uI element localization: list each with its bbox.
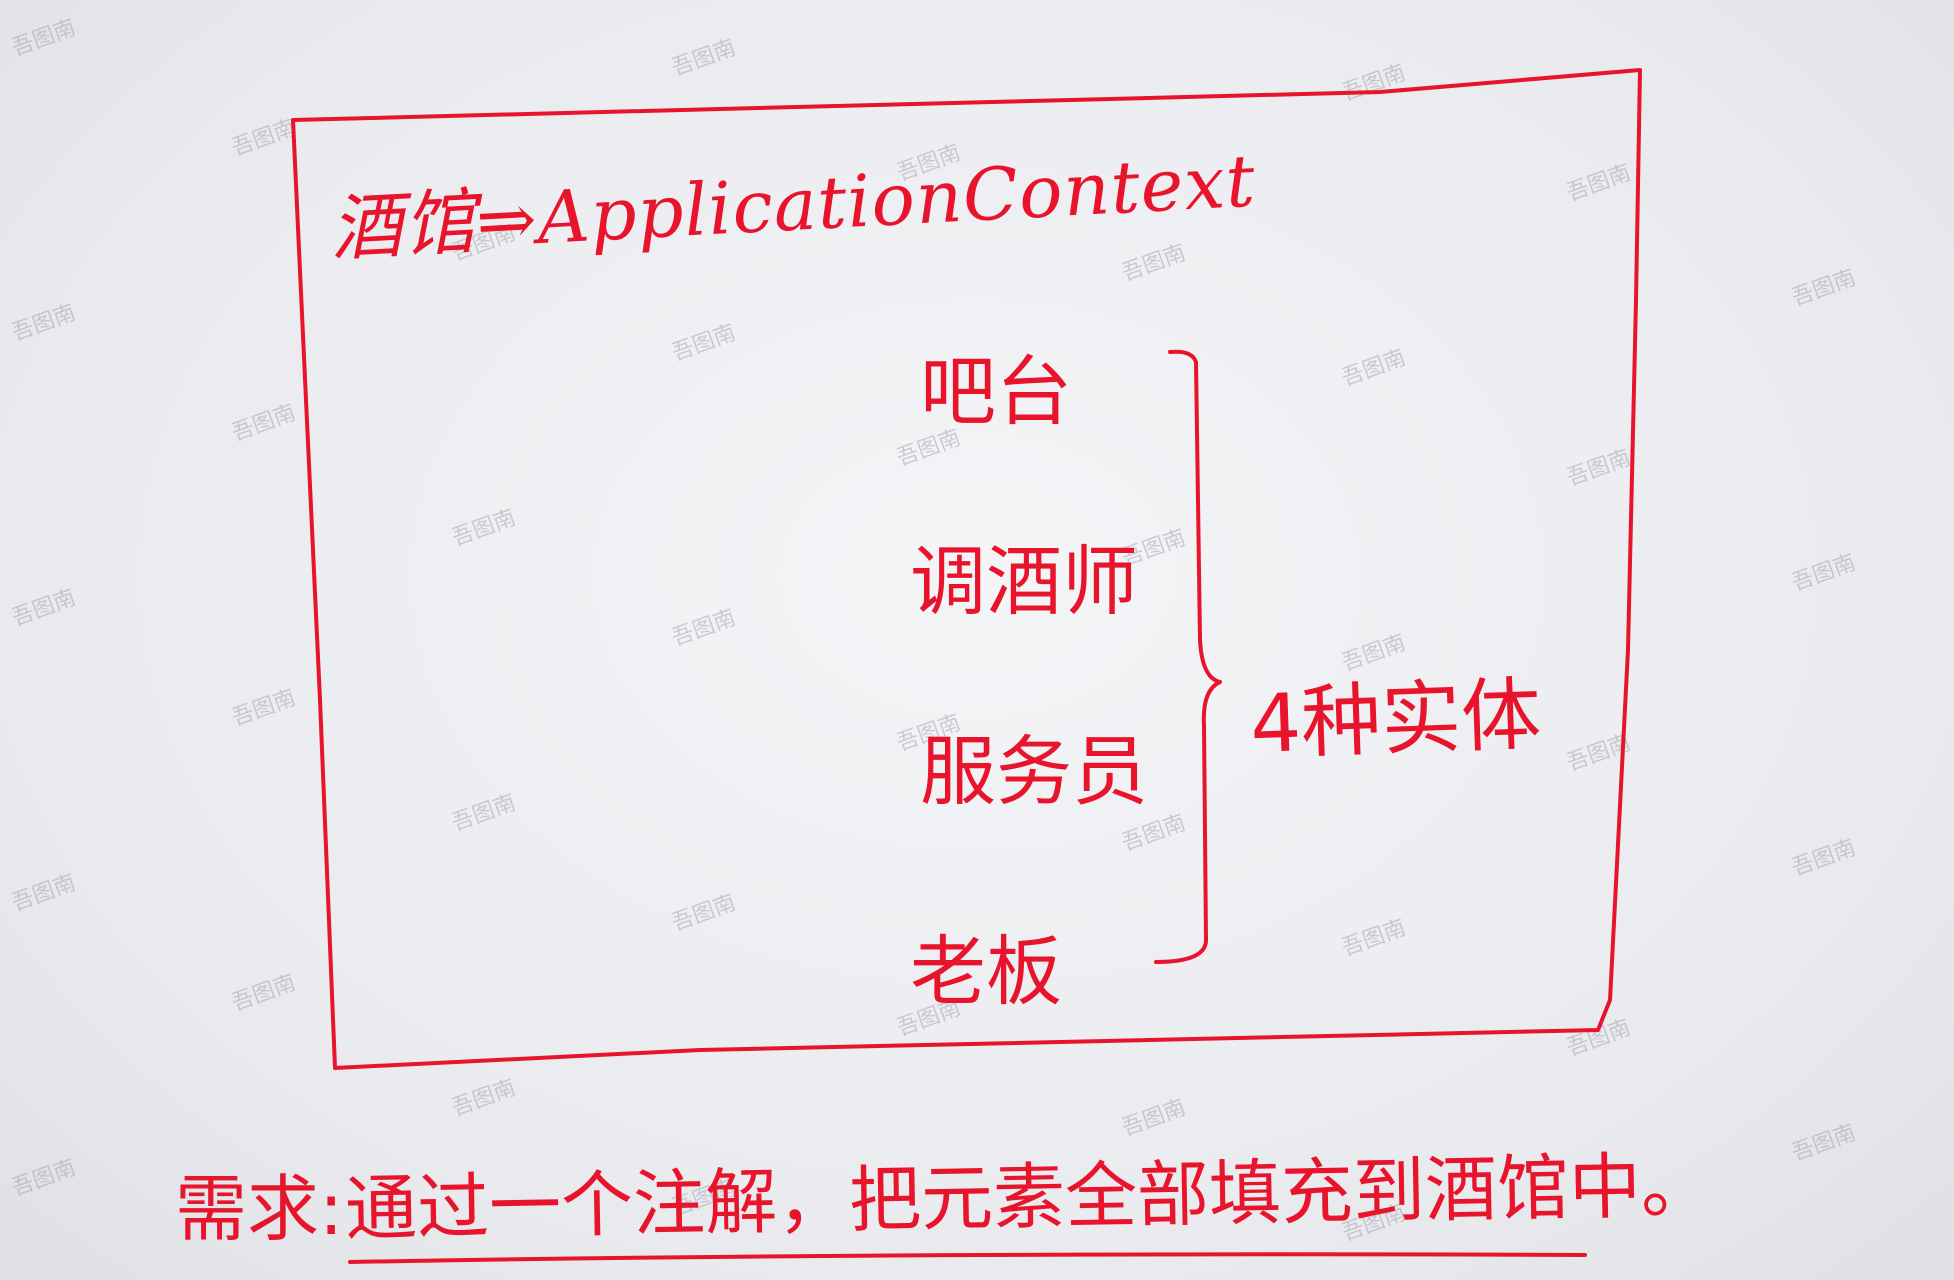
entity-boss: 老板 bbox=[910, 927, 1062, 1016]
requirement-label: 需求: bbox=[175, 1167, 344, 1251]
entity-bar-counter: 吧台 bbox=[920, 347, 1072, 436]
entity-bartender: 调酒师 bbox=[910, 537, 1138, 626]
entity-waiter: 服务员 bbox=[920, 727, 1148, 816]
brace-label: 4种实体 bbox=[1248, 667, 1543, 772]
curly-brace bbox=[1154, 349, 1222, 964]
requirement-underline bbox=[348, 1252, 1587, 1264]
